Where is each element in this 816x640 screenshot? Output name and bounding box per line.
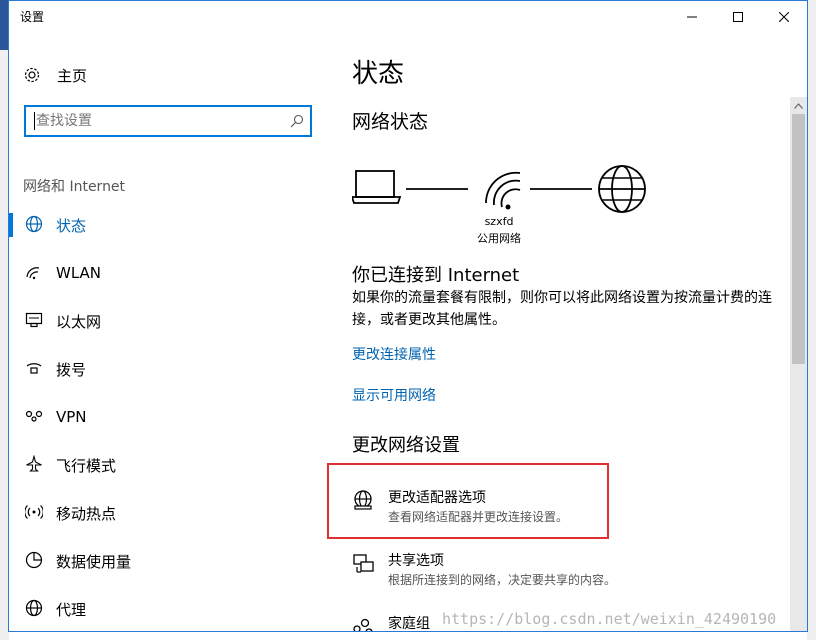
main-content: 状态 网络状态 szxfd 公用网络 你已连接到 Internet 如果你的流量…	[352, 33, 792, 632]
window-title: 设置	[20, 10, 45, 24]
airplane-icon	[25, 455, 43, 473]
maximize-button[interactable]	[715, 1, 761, 33]
connected-heading: 你已连接到 Internet	[352, 265, 520, 286]
sidebar-item-ethernet[interactable]: 以太网	[9, 297, 321, 345]
sidebar-section-title: 网络和 Internet	[23, 179, 126, 195]
data-usage-icon	[25, 551, 43, 569]
laptop-icon	[352, 170, 402, 204]
minimize-button[interactable]	[669, 1, 715, 33]
sidebar-item-label: 飞行模式	[56, 456, 117, 475]
highlight-annotation-box	[327, 463, 609, 539]
sidebar-item-label: 移动热点	[56, 504, 117, 523]
connected-description: 如果你的流量套餐有限制，则你可以将此网络设置为按流量计费的连接，或者更改其他属性…	[352, 290, 772, 328]
close-button[interactable]	[761, 1, 807, 33]
sidebar-item-label: 以太网	[56, 312, 102, 331]
scrollbar[interactable]	[790, 97, 807, 631]
wifi-icon	[25, 263, 43, 281]
scroll-up-button[interactable]	[790, 97, 807, 114]
option-subtitle: 根据所连接到的网络，决定要共享的内容。	[388, 573, 617, 587]
sidebar-item-vpn[interactable]: VPN	[9, 393, 321, 441]
homegroup-icon	[353, 618, 373, 631]
sidebar-item-status[interactable]: 状态	[9, 201, 321, 249]
watermark-text: https://blog.csdn.net/weixin_42490190	[442, 610, 777, 628]
sidebar-item-label: VPN	[56, 408, 87, 426]
sidebar-item-label: WLAN	[56, 264, 102, 282]
show-available-networks-link[interactable]: 显示可用网络	[352, 385, 436, 405]
sidebar-item-label: 代理	[56, 600, 87, 619]
settings-window: 设置 主页 网络和 Internet	[8, 0, 808, 632]
change-network-settings-heading: 更改网络设置	[352, 435, 460, 456]
option-title: 家庭组	[388, 616, 430, 632]
internet-globe-icon	[598, 165, 646, 213]
sidebar-item-label: 状态	[56, 216, 87, 235]
network-status-heading: 网络状态	[352, 111, 429, 133]
scroll-thumb[interactable]	[792, 114, 805, 364]
network-type: 公用网络	[477, 232, 521, 245]
search-icon[interactable]	[290, 114, 304, 128]
network-name: szxfd	[484, 215, 514, 228]
title-bar: 设置	[9, 1, 807, 33]
ethernet-icon	[25, 311, 43, 329]
sidebar-item-airplane[interactable]: 飞行模式	[9, 441, 321, 489]
page-title: 状态	[352, 59, 405, 89]
chevron-up-icon	[794, 102, 803, 109]
sidebar-item-proxy[interactable]: 代理	[9, 585, 321, 631]
search-box[interactable]	[24, 105, 312, 137]
sharing-icon	[353, 554, 374, 573]
hotspot-icon	[25, 503, 43, 521]
wifi-signal-icon	[485, 171, 521, 210]
active-indicator	[9, 213, 13, 237]
close-icon	[779, 12, 789, 22]
home-label: 主页	[57, 66, 88, 85]
gear-icon	[24, 67, 40, 83]
option-title: 共享选项	[388, 553, 444, 569]
sidebar-item-label: 数据使用量	[56, 552, 132, 571]
globe-icon	[25, 599, 43, 617]
maximize-icon	[733, 12, 743, 22]
globe-icon	[25, 215, 43, 233]
sidebar-item-data-usage[interactable]: 数据使用量	[9, 537, 321, 585]
home-link[interactable]: 主页	[23, 63, 87, 87]
vpn-icon	[25, 407, 43, 425]
search-input[interactable]	[36, 112, 276, 130]
background-window-right	[807, 0, 816, 640]
sidebar-item-wlan[interactable]: WLAN	[9, 249, 321, 297]
dialup-icon	[25, 359, 43, 377]
sidebar-item-dialup[interactable]: 拨号	[9, 345, 321, 393]
sidebar-item-hotspot[interactable]: 移动热点	[9, 489, 321, 537]
sharing-options[interactable]: 共享选项 根据所连接到的网络，决定要共享的内容。	[352, 550, 772, 598]
sidebar-item-label: 拨号	[56, 360, 87, 379]
minimize-icon	[687, 16, 697, 18]
text-caret	[34, 112, 35, 130]
change-connection-properties-link[interactable]: 更改连接属性	[352, 344, 436, 364]
sidebar: 主页 网络和 Internet 状态 WLAN	[9, 33, 321, 631]
